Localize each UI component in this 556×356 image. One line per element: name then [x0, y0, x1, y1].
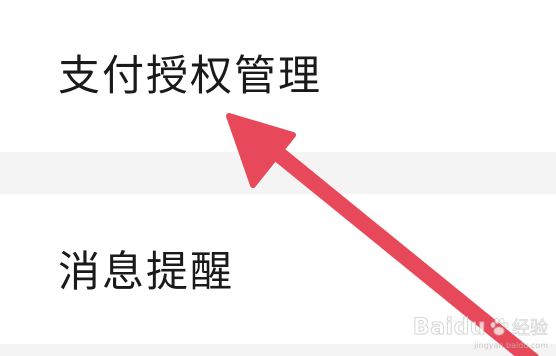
watermark-brand: Baidu — [412, 314, 486, 340]
settings-screen: 支付授权管理 消息提醒 Baidu 经验 jingyan.baidu.com — [0, 0, 556, 356]
watermark-suffix: 经验 — [512, 318, 549, 340]
baidu-jingyan-watermark: Baidu 经验 jingyan.baidu.com — [412, 314, 549, 350]
message-notifications-label: 消息提醒 — [58, 247, 235, 296]
section-divider — [0, 152, 556, 194]
settings-row-payment-authorization[interactable]: 支付授权管理 — [0, 0, 556, 152]
paw-icon — [490, 317, 509, 336]
payment-authorization-label: 支付授权管理 — [58, 51, 323, 100]
watermark-url: jingyan.baidu.com — [474, 341, 548, 350]
